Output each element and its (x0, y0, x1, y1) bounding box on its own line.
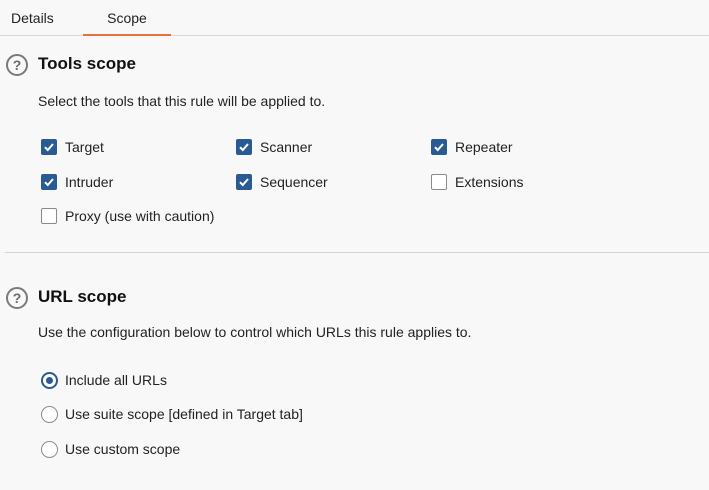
check-icon (44, 143, 54, 152)
check-icon (239, 143, 249, 152)
radio-dot (46, 376, 53, 384)
checkbox-box (431, 174, 447, 190)
checkbox-label: Proxy (use with caution) (65, 208, 215, 224)
radio-button (41, 371, 58, 389)
tab-scope-label: Scope (107, 10, 147, 26)
checkbox-box (41, 139, 57, 155)
radio-button (41, 440, 58, 458)
radio-label: Use custom scope (65, 441, 181, 457)
radio-label: Include all URLs (65, 372, 167, 388)
checkbox-label: Repeater (455, 139, 513, 155)
check-icon (434, 143, 444, 152)
tools-scope-help-icon[interactable]: ? (6, 54, 28, 76)
checkbox-scanner[interactable]: Scanner (236, 137, 312, 157)
tools-scope-description: Select the tools that this rule will be … (38, 93, 326, 109)
checkbox-label: Target (65, 139, 104, 155)
checkbox-box (41, 174, 57, 190)
radio-use-suite-scope[interactable]: Use suite scope [defined in Target tab] (41, 404, 303, 424)
checkbox-target[interactable]: Target (41, 137, 104, 157)
radio-include-all-urls[interactable]: Include all URLs (41, 370, 167, 390)
tab-bar: Details Scope (0, 0, 709, 36)
active-tab-indicator (83, 34, 171, 36)
checkbox-label: Scanner (260, 139, 313, 155)
tab-details[interactable]: Details (11, 0, 54, 35)
checkbox-repeater[interactable]: Repeater (431, 137, 513, 157)
url-scope-title: URL scope (38, 287, 127, 306)
checkbox-box (236, 139, 252, 155)
checkbox-box (431, 139, 447, 155)
checkbox-sequencer[interactable]: Sequencer (236, 172, 328, 192)
radio-button (41, 405, 58, 423)
section-divider (5, 252, 709, 253)
radio-label: Use suite scope [defined in Target tab] (65, 406, 303, 422)
checkbox-label: Extensions (455, 174, 524, 190)
check-icon (239, 178, 249, 187)
tab-scope[interactable]: Scope (83, 0, 171, 36)
check-icon (44, 178, 54, 187)
url-scope-description: Use the configuration below to control w… (38, 324, 472, 340)
checkbox-intruder[interactable]: Intruder (41, 172, 113, 192)
checkbox-label: Sequencer (260, 174, 328, 190)
checkbox-box (41, 208, 57, 224)
checkbox-proxy[interactable]: Proxy (use with caution) (41, 206, 214, 226)
url-scope-help-icon[interactable]: ? (6, 287, 28, 309)
checkbox-extensions[interactable]: Extensions (431, 172, 523, 192)
checkbox-box (236, 174, 252, 190)
radio-use-custom-scope[interactable]: Use custom scope (41, 439, 180, 459)
checkbox-label: Intruder (65, 174, 114, 190)
tools-scope-title: Tools scope (38, 54, 136, 73)
